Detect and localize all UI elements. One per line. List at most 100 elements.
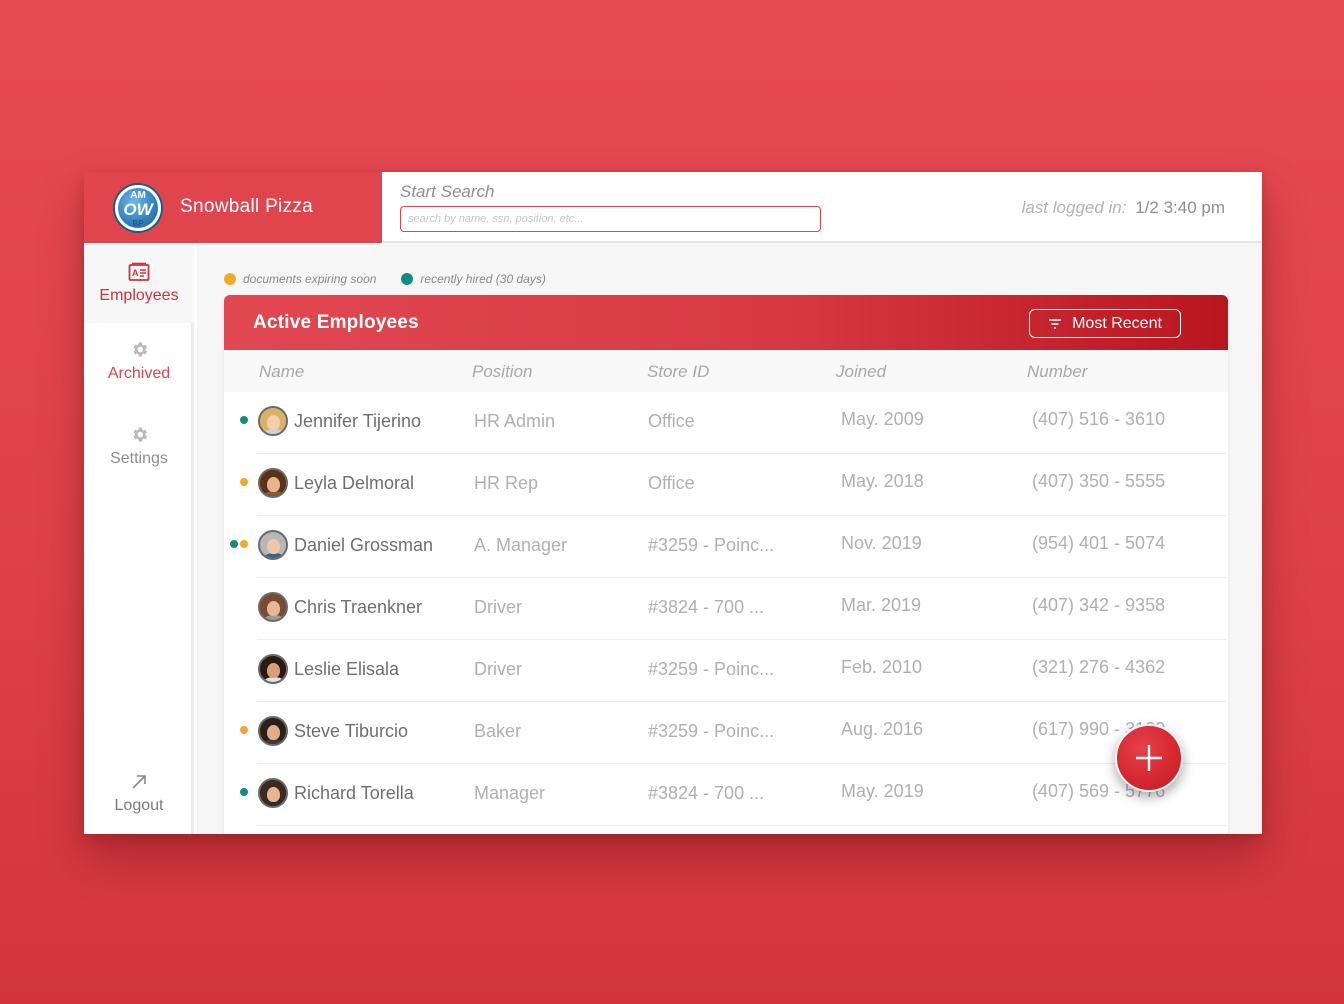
avatar xyxy=(258,406,288,436)
sort-label: Most Recent xyxy=(1072,314,1162,332)
employee-store-id: Office xyxy=(648,473,695,493)
avatar xyxy=(258,778,288,808)
logout-label: Logout xyxy=(114,797,164,814)
employee-phone-number: (321) 276 - 4362 xyxy=(1032,657,1166,677)
column-header-store-id[interactable]: Store ID xyxy=(647,362,709,382)
column-header-joined[interactable]: Joined xyxy=(836,362,886,382)
table-row[interactable]: Richard Torella Manager #3824 - 700 ... May… xyxy=(224,764,1228,826)
employee-store-id: #3259 - Poinc... xyxy=(648,721,775,741)
documents-expiring-indicator xyxy=(240,478,248,486)
column-header-number[interactable]: Number xyxy=(1027,362,1087,382)
filter-icon xyxy=(1049,318,1062,329)
logo-text-mid: OW xyxy=(123,200,153,219)
main-content: documents expiring soon recently hired (… xyxy=(197,243,1262,834)
employee-joined-date: Mar. 2019 xyxy=(841,595,922,615)
employee-name: Leslie Elisala xyxy=(294,659,400,679)
recent-dot-icon xyxy=(401,273,414,285)
recently-hired-indicator xyxy=(230,540,238,548)
employee-phone-number: (407) 342 - 9358 xyxy=(1032,595,1166,615)
employee-position: Driver xyxy=(474,659,522,679)
employee-phone-number: (954) 401 - 5074 xyxy=(1032,533,1166,553)
employee-name: Jennifer Tijerino xyxy=(294,411,422,431)
logo-text-bottom: BP xyxy=(132,219,144,228)
employee-joined-date: May. 2009 xyxy=(841,409,924,429)
gear-icon xyxy=(132,427,147,442)
employee-phone-number: (407) 350 - 5555 xyxy=(1032,471,1166,491)
last-logged-value: 1/2 3:40 pm xyxy=(1135,198,1225,217)
employee-phone-number: (407) 516 - 3610 xyxy=(1032,409,1166,429)
employee-joined-date: Feb. 2010 xyxy=(841,657,923,677)
employee-position: Manager xyxy=(474,783,546,803)
employee-store-id: #3824 - 700 ... xyxy=(648,597,765,617)
avatar xyxy=(258,716,288,746)
table-row[interactable]: Steve Tiburcio Baker #3259 - Poinc... Aug. … xyxy=(224,702,1228,764)
table-row[interactable]: Leslie Elisala Driver #3259 - Poinc... Feb.… xyxy=(224,640,1228,702)
documents-expiring-indicator xyxy=(240,540,248,548)
sidebar-item-label: Archived xyxy=(107,365,171,382)
sidebar-item-label: Settings xyxy=(110,450,168,467)
table-row[interactable]: Daniel Grossman A. Manager #3259 - Poinc..… xyxy=(224,516,1228,578)
employee-joined-date: May. 2018 xyxy=(841,471,924,491)
legend-recent: recently hired (30 days) xyxy=(401,272,546,286)
company-logo[interactable]: AM OW BP xyxy=(113,183,163,233)
recently-hired-indicator xyxy=(240,788,248,796)
legend-recent-label: recently hired (30 days) xyxy=(420,272,546,286)
legend-documents: documents expiring soon xyxy=(224,272,376,286)
search-label: Start Search xyxy=(400,182,495,201)
table-row[interactable]: Chris Traenkner Driver #3824 - 700 ... Mar.… xyxy=(224,578,1228,640)
last-logged-in: last logged in: 1/2 3:40 pm xyxy=(1022,198,1225,218)
table-row[interactable]: Leyla Delmoral HR Rep Office May. 2018 (407)… xyxy=(224,454,1228,516)
employee-name: Steve Tiburcio xyxy=(294,721,409,741)
employee-position: A. Manager xyxy=(474,535,568,555)
employee-store-id: #3259 - Poinc... xyxy=(648,659,775,679)
top-bar: Start Search last logged in: 1/2 3:40 pm xyxy=(382,172,1262,243)
table-header-bar: Active Employees Most Recent xyxy=(224,295,1228,350)
plus-icon xyxy=(1136,745,1162,771)
employee-store-id: Office xyxy=(648,411,695,431)
employee-store-id: #3259 - Poinc... xyxy=(648,535,775,555)
id-card-icon: A xyxy=(128,262,150,281)
brand-header: AM OW BP Snowball Pizza xyxy=(84,172,382,243)
company-name: Snowball Pizza xyxy=(180,196,314,217)
arrow-up-right-icon xyxy=(132,775,146,789)
employee-position: HR Admin xyxy=(474,411,556,431)
table-title: Active Employees xyxy=(253,312,419,333)
svg-text:A: A xyxy=(132,268,139,278)
add-employee-button[interactable] xyxy=(1115,724,1183,792)
avatar xyxy=(258,530,288,560)
column-header-name[interactable]: Name xyxy=(259,362,304,382)
gear-icon xyxy=(132,342,147,357)
employee-joined-date: Aug. 2016 xyxy=(841,719,924,739)
sort-button[interactable]: Most Recent xyxy=(1029,309,1181,338)
sidebar-item-settings[interactable]: Settings xyxy=(84,425,194,485)
employee-position: HR Rep xyxy=(474,473,539,493)
recently-hired-indicator xyxy=(240,416,248,424)
employee-position: Driver xyxy=(474,597,522,617)
logout-button[interactable]: Logout xyxy=(84,773,194,833)
table-column-headers: Name Position Store ID Joined Number xyxy=(224,350,1228,392)
employees-table-card: Active Employees Most Recent Name Positi… xyxy=(224,295,1228,834)
column-header-position[interactable]: Position xyxy=(472,362,532,382)
sidebar: A Employees Archived Settings Logout xyxy=(84,243,194,834)
employee-name: Daniel Grossman xyxy=(294,535,434,555)
sidebar-item-employees[interactable]: A Employees xyxy=(84,243,194,323)
last-logged-label: last logged in: xyxy=(1021,198,1127,217)
avatar xyxy=(258,468,288,498)
status-legend: documents expiring soon recently hired (… xyxy=(224,272,571,286)
sidebar-item-label: Employees xyxy=(99,287,179,304)
legend-documents-label: documents expiring soon xyxy=(243,272,377,286)
table-body: Jennifer Tijerino HR Admin Office May. 2009… xyxy=(224,392,1228,826)
employee-joined-date: Nov. 2019 xyxy=(841,533,922,553)
avatar xyxy=(258,592,288,622)
employee-store-id: #3824 - 700 ... xyxy=(648,783,765,803)
documents-expiring-indicator xyxy=(240,726,248,734)
employee-position: Baker xyxy=(474,721,522,741)
employee-name: Chris Traenkner xyxy=(294,597,423,617)
sidebar-item-archived[interactable]: Archived xyxy=(84,340,194,400)
search-input[interactable] xyxy=(400,206,821,232)
app-window: AM OW BP Snowball Pizza Start Search las… xyxy=(84,172,1262,834)
documents-dot-icon xyxy=(224,273,236,285)
avatar xyxy=(258,654,288,684)
table-row[interactable]: Jennifer Tijerino HR Admin Office May. 2009… xyxy=(224,392,1228,454)
employee-name: Richard Torella xyxy=(294,783,414,803)
